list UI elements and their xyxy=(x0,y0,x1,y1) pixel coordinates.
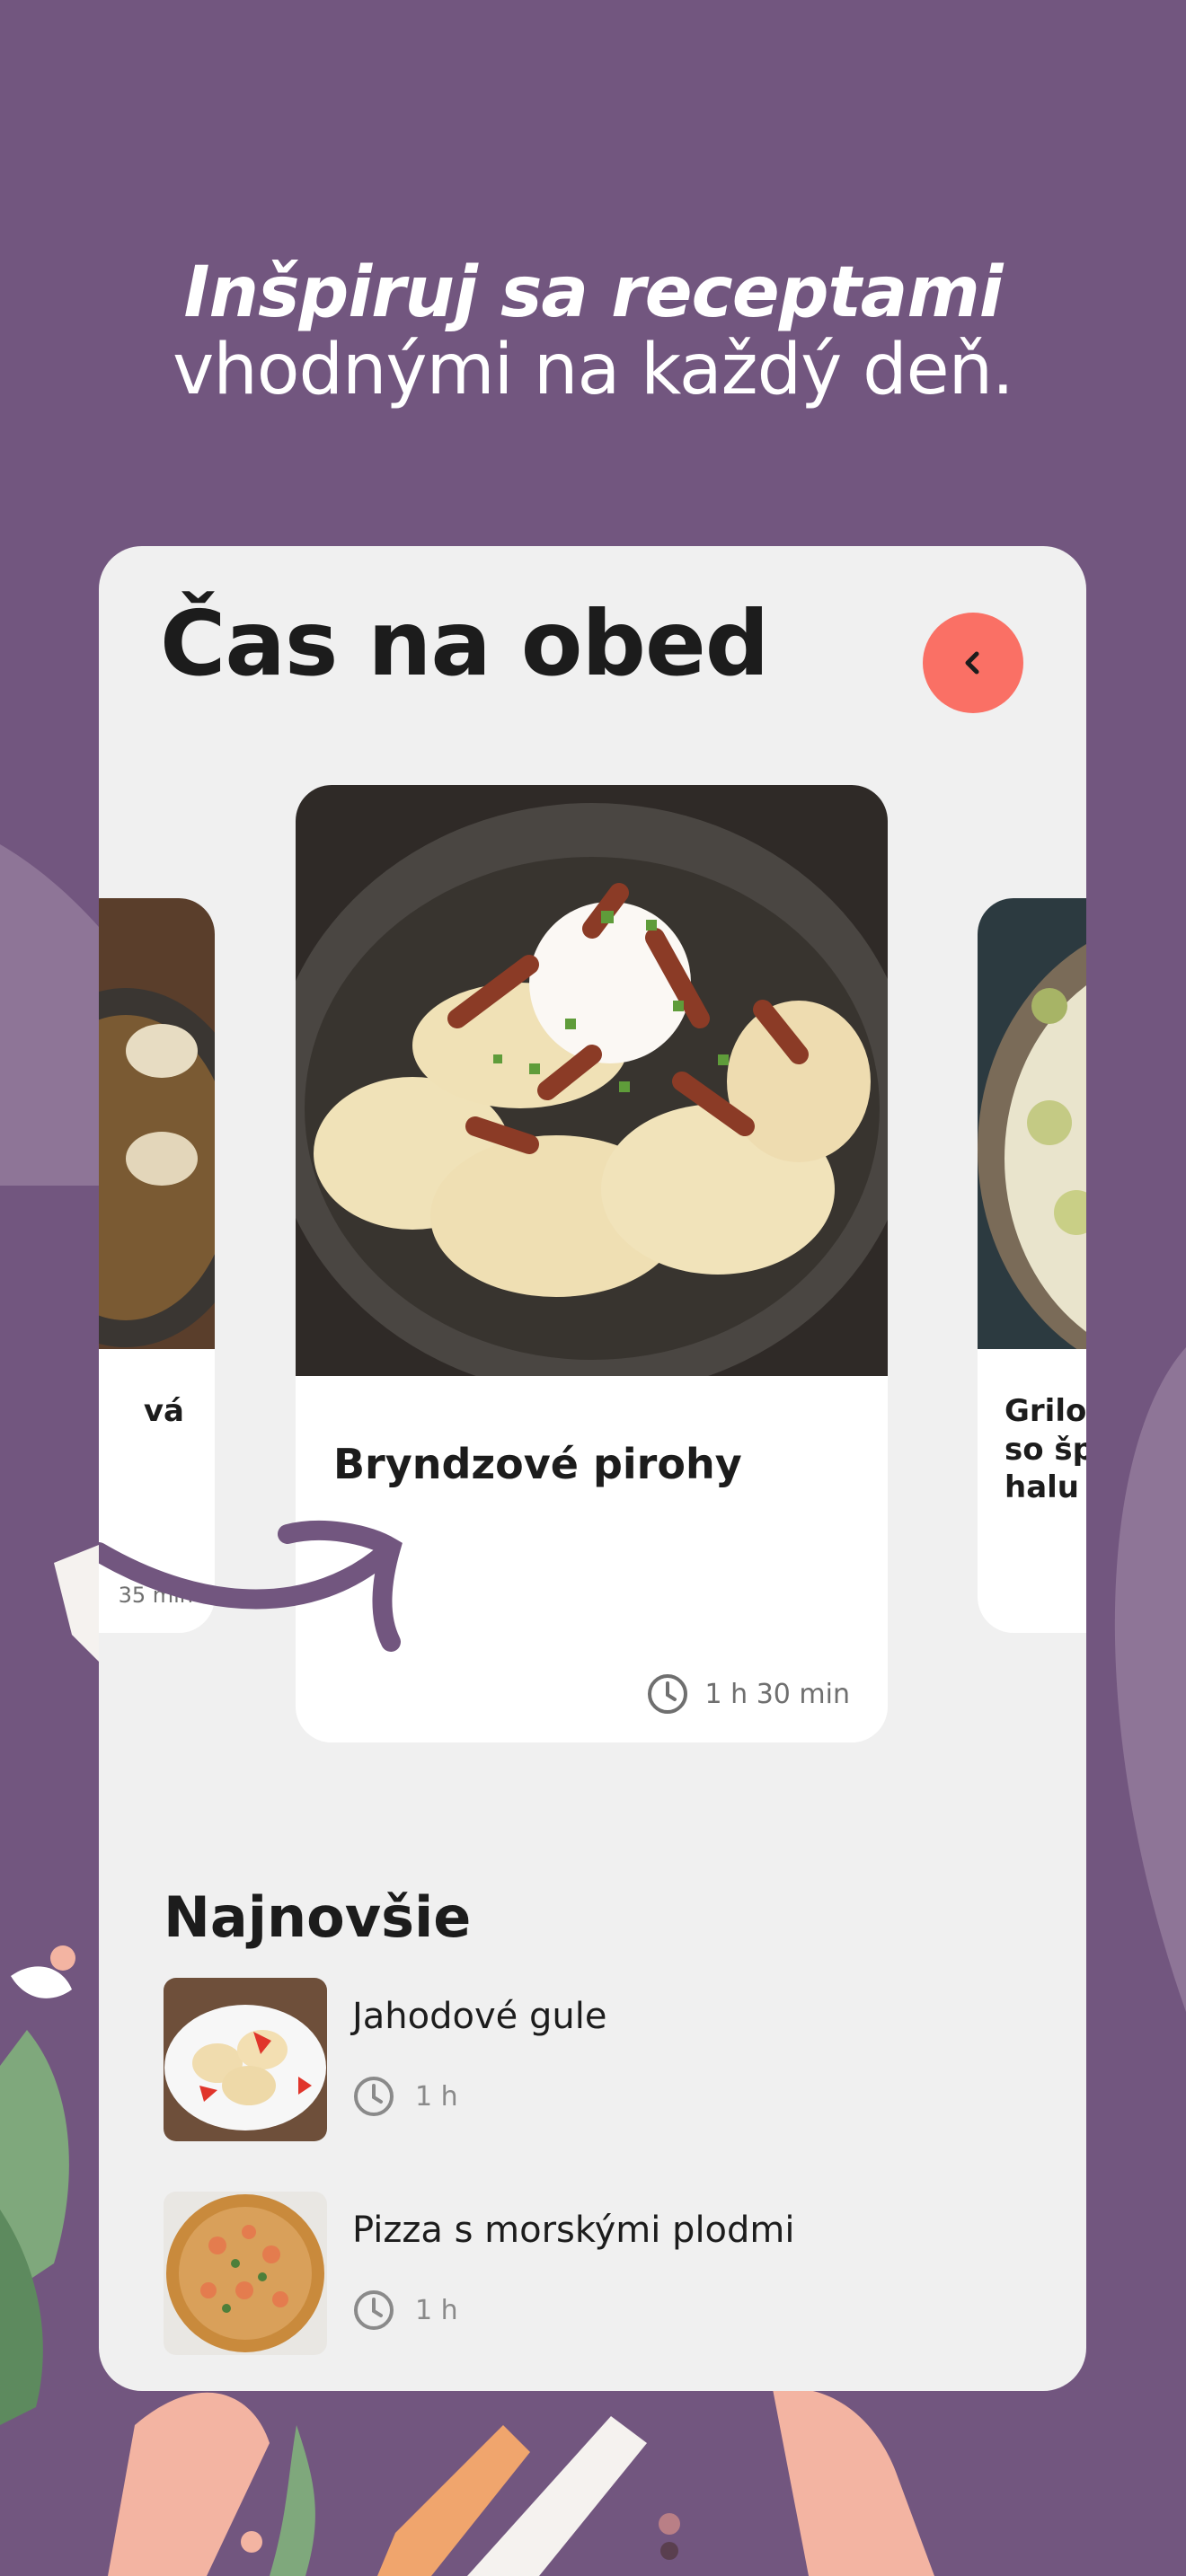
recipe-time-text: 1 h 30 min xyxy=(704,1678,850,1710)
recipe-photo xyxy=(296,785,888,1376)
recipe-name: Pizza s morskými plodmi xyxy=(352,2210,795,2251)
section-title: Čas na obed xyxy=(160,591,769,696)
list-item[interactable]: Pizza s morskými plodmi 1 h xyxy=(164,2192,1026,2357)
recipe-time-text: 1 h xyxy=(415,2080,458,2113)
recipe-photo xyxy=(99,898,215,1349)
headline-line-2: vhodnými na každý deň. xyxy=(173,330,1014,411)
recipe-photo xyxy=(978,898,1086,1349)
recipe-thumbnail xyxy=(164,2192,327,2355)
recipe-time: 1 h 30 min xyxy=(646,1672,850,1716)
recipe-name: Jahodové gule xyxy=(352,1996,607,2037)
headline-line-1: Inšpiruj sa receptami xyxy=(183,252,1004,334)
recipe-time: 1 h xyxy=(352,2289,458,2332)
chevron-left-icon xyxy=(965,651,979,675)
recipe-time-text: 1 h xyxy=(415,2294,458,2326)
headline: Inšpiruj sa receptami vhodnými na každý … xyxy=(0,254,1186,409)
clock-icon xyxy=(354,2290,394,2330)
list-item[interactable]: Jahodové gule 1 h xyxy=(164,1978,1026,2143)
recipe-time: 1 h xyxy=(352,2075,458,2118)
curved-arrow-decoration xyxy=(99,1521,403,1652)
app-screen-card: Čas na obed vá 35 min Bryndzové pirohy 1… xyxy=(99,546,1086,2391)
recipe-card-next[interactable]: Grilo so šp halu xyxy=(978,898,1086,1633)
recipe-thumbnail xyxy=(164,1978,327,2141)
clock-icon xyxy=(647,1674,687,1714)
back-button[interactable] xyxy=(923,613,1023,713)
newest-section-title: Najnovšie xyxy=(164,1884,472,1950)
recipe-title: vá xyxy=(143,1393,184,1429)
clock-icon xyxy=(354,2077,394,2116)
recipe-title: Grilo so šp halu xyxy=(1005,1393,1086,1505)
